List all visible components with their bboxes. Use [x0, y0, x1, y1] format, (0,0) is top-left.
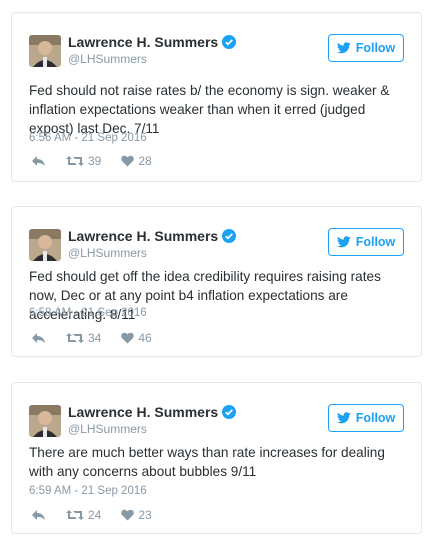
twitter-bird-icon — [336, 236, 351, 248]
like-count: 28 — [138, 154, 152, 168]
reply-icon — [32, 333, 45, 343]
reply-icon — [32, 510, 45, 520]
retweet-count: 34 — [88, 331, 102, 345]
like-count: 46 — [138, 331, 152, 345]
tweet-card: Lawrence H. Summers @LHSummers Follow Fe… — [11, 12, 422, 182]
avatar[interactable] — [29, 405, 61, 437]
retweet-icon — [66, 510, 84, 520]
retweet-button[interactable]: 34 — [66, 331, 101, 345]
follow-button[interactable]: Follow — [328, 34, 404, 62]
verified-badge-icon — [222, 229, 237, 243]
like-button[interactable]: 46 — [121, 331, 152, 345]
follow-label: Follow — [355, 41, 396, 55]
tweet-timestamp[interactable]: 6:56 AM - 21 Sep 2016 — [29, 132, 147, 144]
tweet-card: Lawrence H. Summers @LHSummers Follow Th… — [11, 382, 422, 534]
tweet-card: Lawrence H. Summers @LHSummers Follow Fe… — [11, 206, 422, 357]
tweet-actions: 24 23 — [31, 507, 172, 523]
author-name[interactable]: Lawrence H. Summers — [68, 228, 237, 244]
tweet-text: There are much better ways than rate inc… — [29, 445, 385, 479]
twitter-bird-icon — [336, 412, 351, 424]
author-name[interactable]: Lawrence H. Summers — [68, 404, 237, 420]
follow-label: Follow — [355, 411, 396, 425]
author-handle[interactable]: @LHSummers — [68, 52, 147, 66]
heart-icon — [121, 509, 135, 521]
author-name-text[interactable]: Lawrence H. Summers — [68, 34, 218, 50]
author-name[interactable]: Lawrence H. Summers — [68, 34, 237, 50]
reply-button[interactable] — [31, 332, 46, 344]
reply-icon — [32, 156, 45, 166]
follow-button[interactable]: Follow — [328, 228, 404, 256]
retweet-icon — [66, 156, 84, 166]
tweet-text: Fed should not raise rates b/ the econom… — [29, 83, 390, 136]
retweet-button[interactable]: 24 — [66, 508, 101, 522]
heart-icon — [121, 155, 135, 167]
verified-badge-icon — [222, 405, 237, 419]
author-handle[interactable]: @LHSummers — [68, 422, 147, 436]
follow-button[interactable]: Follow — [328, 404, 404, 432]
avatar[interactable] — [29, 35, 61, 67]
like-count: 23 — [138, 508, 152, 522]
like-button[interactable]: 28 — [121, 154, 152, 168]
tweet-timestamp[interactable]: 6:58 AM - 21 Sep 2016 — [29, 307, 147, 319]
retweet-button[interactable]: 39 — [66, 154, 101, 168]
follow-label: Follow — [355, 235, 396, 249]
author-handle[interactable]: @LHSummers — [68, 246, 147, 260]
like-button[interactable]: 23 — [121, 508, 152, 522]
twitter-bird-icon — [336, 42, 351, 54]
retweet-icon — [66, 333, 84, 343]
author-name-text[interactable]: Lawrence H. Summers — [68, 404, 218, 420]
retweet-count: 39 — [88, 154, 102, 168]
verified-badge-icon — [222, 35, 237, 49]
reply-button[interactable] — [31, 509, 46, 521]
author-name-text[interactable]: Lawrence H. Summers — [68, 228, 218, 244]
retweet-count: 24 — [88, 508, 102, 522]
tweet-actions: 39 28 — [31, 153, 172, 169]
avatar[interactable] — [29, 229, 61, 261]
tweet-timestamp[interactable]: 6:59 AM - 21 Sep 2016 — [29, 485, 147, 497]
heart-icon — [121, 332, 135, 344]
tweet-actions: 34 46 — [31, 330, 172, 346]
reply-button[interactable] — [31, 155, 46, 167]
